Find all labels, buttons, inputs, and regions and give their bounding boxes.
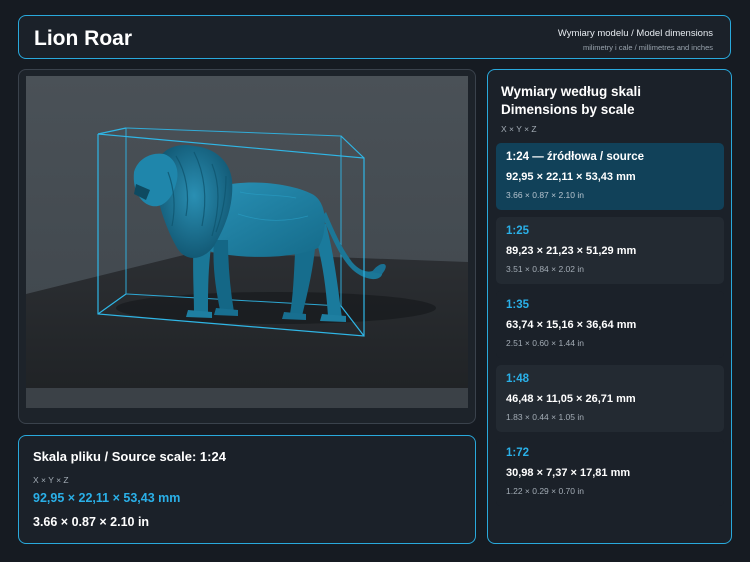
scale-dimensions-inches: 2.51 × 0.60 × 1.44 in bbox=[506, 338, 584, 348]
source-dimensions-mm: 92,95 × 22,11 × 53,43 mm bbox=[33, 491, 181, 505]
scale-dimensions-mm: 30,98 × 7,37 × 17,81 mm bbox=[506, 467, 631, 479]
scale-dimensions-inches: 1.83 × 0.44 × 1.05 in bbox=[506, 412, 584, 422]
scale-card-1-35[interactable]: 1:35 63,74 × 15,16 × 36,64 mm 2.51 × 0.6… bbox=[496, 291, 724, 358]
header-panel: Lion Roar Wymiary modelu / Model dimensi… bbox=[18, 15, 731, 59]
header-units-note: milimetry i cale / millimetres and inche… bbox=[582, 43, 713, 52]
scales-title-pl: Wymiary według skali bbox=[501, 84, 642, 99]
scale-dimensions-mm: 63,74 × 15,16 × 36,64 mm bbox=[506, 319, 637, 331]
scales-title-en: Dimensions by scale bbox=[501, 102, 635, 117]
scale-label: 1:48 bbox=[506, 373, 530, 385]
source-dimensions-inches: 3.66 × 0.87 × 2.10 in bbox=[33, 515, 150, 529]
source-axes-label: X × Y × Z bbox=[33, 475, 69, 485]
header-subtitle: Wymiary modelu / Model dimensions bbox=[557, 28, 713, 39]
scale-card-1-24[interactable]: 1:24 — źródłowa / source 92,95 × 22,11 ×… bbox=[496, 143, 724, 210]
model-viewport[interactable] bbox=[26, 76, 468, 408]
viewport-bottom-strip bbox=[26, 388, 468, 408]
scales-axes-label: X × Y × Z bbox=[501, 124, 537, 134]
scale-dimensions-inches: 3.66 × 0.87 × 2.10 in bbox=[506, 190, 584, 200]
scale-dimensions-mm: 46,48 × 11,05 × 26,71 mm bbox=[506, 393, 636, 405]
scale-card-1-25[interactable]: 1:25 89,23 × 21,23 × 51,29 mm 3.51 × 0.8… bbox=[496, 217, 724, 284]
page-title: Lion Roar bbox=[34, 27, 132, 50]
scale-dimensions-mm: 89,23 × 21,23 × 51,29 mm bbox=[506, 245, 637, 257]
source-scale-title: Skala pliku / Source scale: 1:24 bbox=[33, 449, 226, 464]
scale-label: 1:24 — źródłowa / source bbox=[506, 151, 645, 163]
scale-dimensions-inches: 3.51 × 0.84 × 2.02 in bbox=[506, 264, 584, 274]
scales-title: Wymiary według skali Dimensions by scale bbox=[501, 83, 641, 119]
scale-card-1-48[interactable]: 1:48 46,48 × 11,05 × 26,71 mm 1.83 × 0.4… bbox=[496, 365, 724, 432]
scale-label: 1:72 bbox=[506, 447, 530, 459]
scale-label: 1:25 bbox=[506, 225, 530, 237]
model-viewer-panel bbox=[18, 69, 476, 424]
scale-card-1-72[interactable]: 1:72 30,98 × 7,37 × 17,81 mm 1.22 × 0.29… bbox=[496, 439, 724, 506]
scale-label: 1:35 bbox=[506, 299, 530, 311]
scale-dimensions-inches: 1.22 × 0.29 × 0.70 in bbox=[506, 486, 584, 496]
source-scale-panel: Skala pliku / Source scale: 1:24 X × Y ×… bbox=[18, 435, 476, 544]
scale-dimensions-mm: 92,95 × 22,11 × 53,43 mm bbox=[506, 171, 636, 183]
scales-panel: Wymiary według skali Dimensions by scale… bbox=[487, 69, 732, 544]
